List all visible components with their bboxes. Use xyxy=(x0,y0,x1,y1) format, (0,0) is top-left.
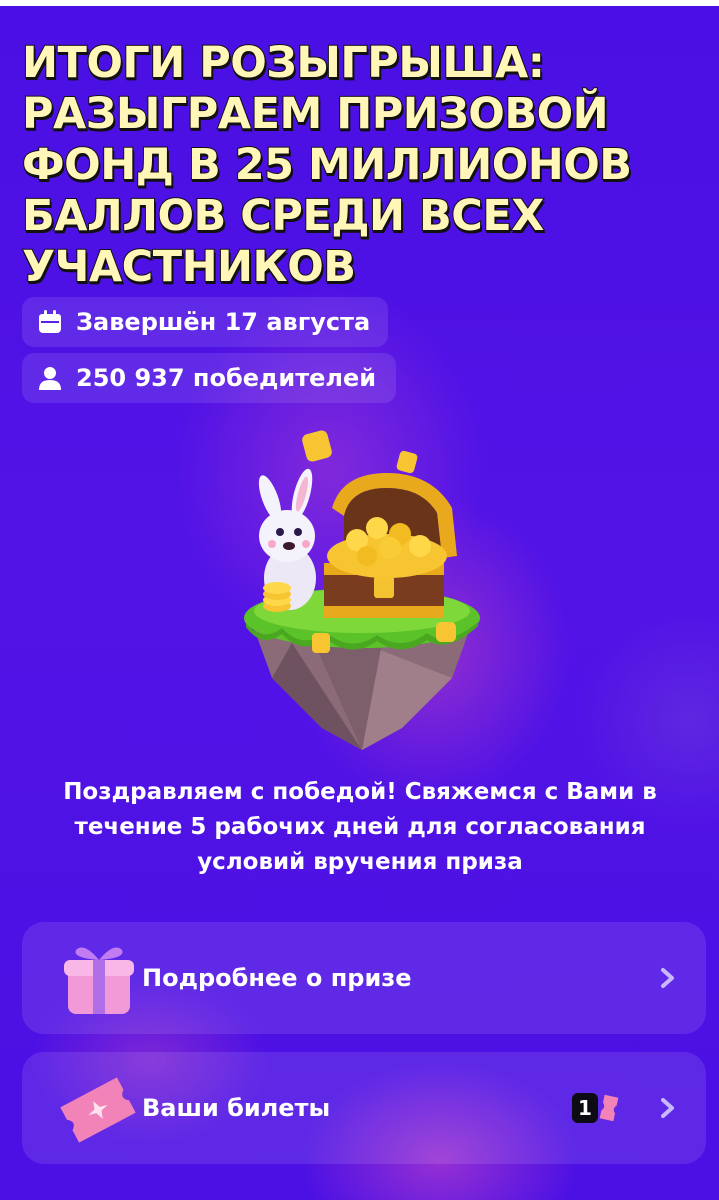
calendar-icon xyxy=(36,308,64,336)
gift-icon xyxy=(44,938,140,1018)
end-date-chip: Завершён 17 августа xyxy=(22,297,388,347)
your-tickets-card[interactable]: Ваши билеты 1 xyxy=(22,1052,706,1164)
your-tickets-label: Ваши билеты xyxy=(142,1094,331,1122)
winners-text: 250 937 победителей xyxy=(76,364,377,392)
end-date-text: Завершён 17 августа xyxy=(76,308,371,336)
top-edge xyxy=(0,0,719,6)
ticket-count-badge: 1 xyxy=(572,1090,632,1126)
chevron-right-icon xyxy=(658,1094,678,1122)
chevron-right-icon xyxy=(658,964,678,992)
ticket-icon xyxy=(44,1068,140,1148)
mini-ticket-icon xyxy=(599,1094,619,1122)
winners-chip: 250 937 победителей xyxy=(22,353,396,403)
congrats-message: Поздравляем с победой! Свяжемся с Вами в… xyxy=(63,779,657,875)
ticket-count: 1 xyxy=(572,1093,598,1123)
prize-details-card[interactable]: Подробнее о призе xyxy=(22,922,706,1034)
page-title: ИТОГИ РОЗЫГРЫША: РАЗЫГРАЕМ ПРИЗОВОЙ ФОНД… xyxy=(21,37,633,293)
bunny-with-treasure-chest-illustration xyxy=(232,428,492,758)
prize-details-label: Подробнее о призе xyxy=(142,964,412,992)
user-icon xyxy=(36,364,64,392)
